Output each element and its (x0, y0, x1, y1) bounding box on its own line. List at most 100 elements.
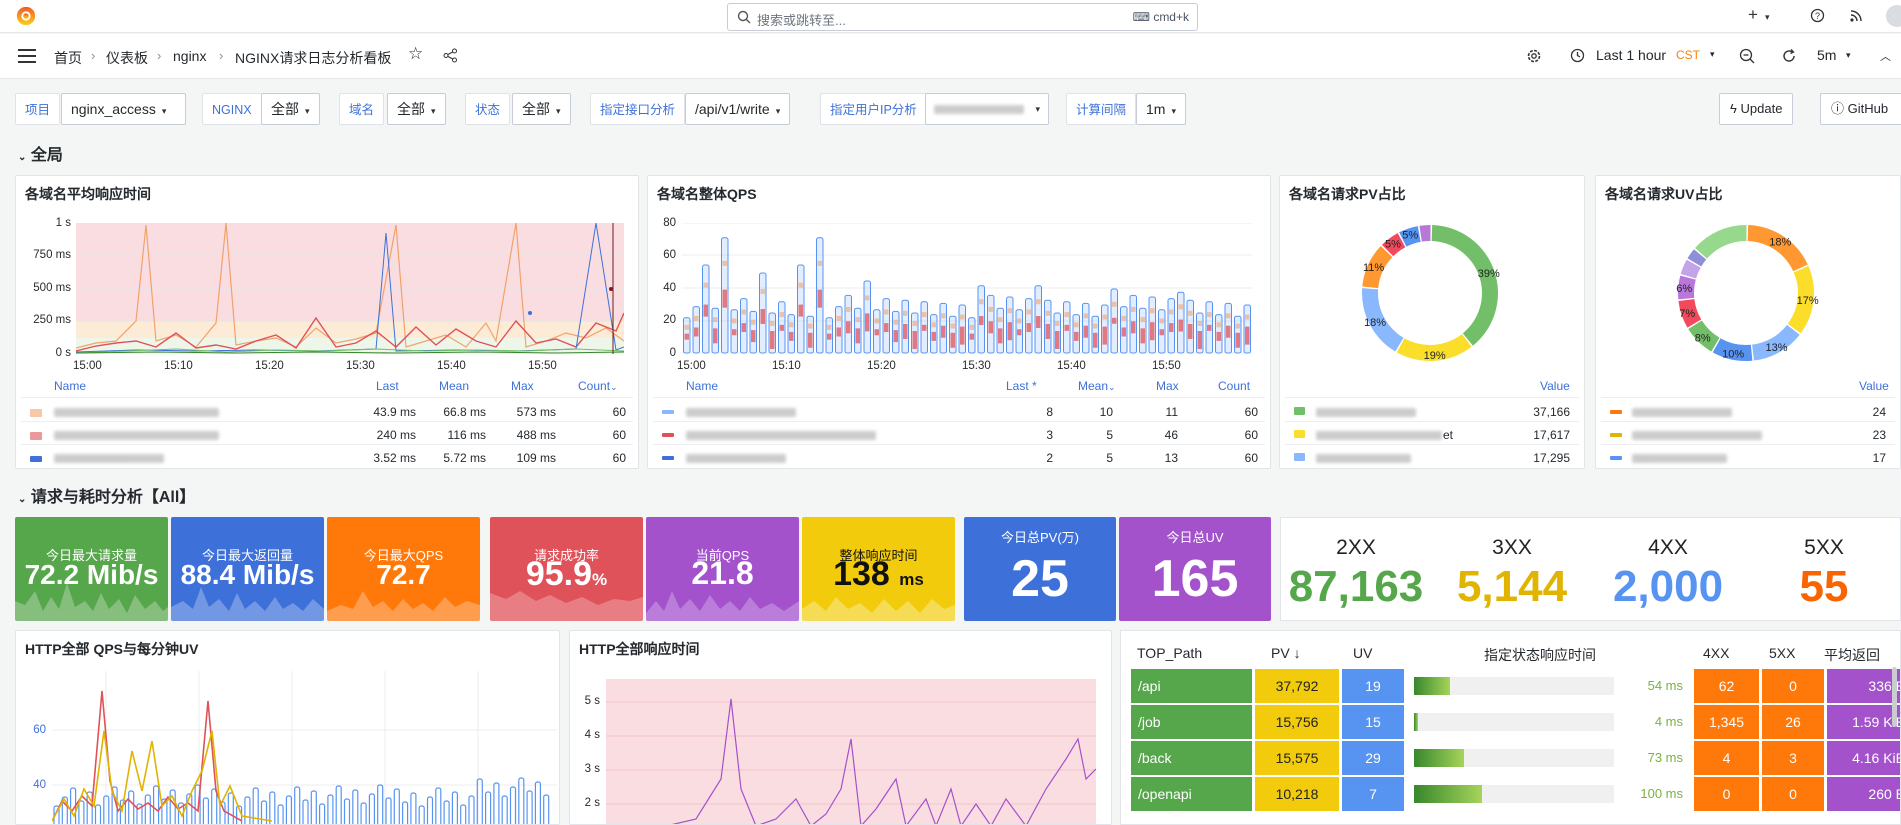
uv-bar[interactable] (352, 789, 359, 825)
uv-bar[interactable] (252, 787, 259, 825)
chevron-down-icon[interactable]: ▾ (1846, 50, 1851, 61)
time-picker[interactable]: Last 1 hour CST ▾ (1570, 41, 1722, 71)
uv-bar[interactable] (94, 804, 102, 825)
stat-total-pv[interactable]: 今日总PV(万) 25 (964, 517, 1116, 621)
uv-bar[interactable] (385, 797, 392, 825)
uv-bar[interactable] (153, 785, 160, 825)
uv-bar[interactable] (343, 798, 351, 825)
legend-header-last[interactable]: Last (376, 379, 399, 393)
var-select-domain[interactable]: 全部 ▾ (387, 93, 446, 125)
zoom-out-icon[interactable] (1739, 48, 1755, 64)
uv-bar[interactable] (402, 801, 409, 825)
uv-bar[interactable] (202, 797, 209, 825)
table-header-path[interactable]: TOP_Path (1137, 645, 1202, 661)
stat-max-requests[interactable]: 今日最大请求量 72.2 Mib/s (15, 517, 168, 621)
uv-bar[interactable] (468, 795, 475, 825)
var-select-interval[interactable]: 1m ▾ (1136, 93, 1186, 125)
table-header-response[interactable]: 指定状态响应时间 (1484, 645, 1596, 665)
table-header-pv[interactable]: PV ↓ (1271, 645, 1301, 661)
legend-header-count[interactable]: Count⌄ (578, 379, 618, 393)
breadcrumb-folder[interactable]: nginx (173, 48, 206, 64)
star-icon[interactable]: ☆ (408, 44, 423, 64)
row-header-requests[interactable]: ⌄ 请求与耗时分析【All】 (18, 483, 195, 507)
uv-bar[interactable] (443, 800, 450, 825)
uv-bar[interactable] (302, 799, 309, 825)
status-4xx[interactable]: 4XX 2,000 (1593, 536, 1743, 612)
uv-bar[interactable] (310, 790, 317, 825)
share-icon[interactable] (443, 48, 458, 63)
uv-bar[interactable] (227, 792, 234, 825)
uv-bar[interactable] (493, 782, 500, 825)
legend-header-mean[interactable]: Mean⌄ (1078, 379, 1116, 393)
menu-icon[interactable] (18, 49, 36, 63)
donut-slice[interactable] (1695, 225, 1747, 259)
legend-header-count[interactable]: Count (1218, 379, 1250, 393)
uv-bar[interactable] (435, 787, 442, 825)
update-button[interactable]: ϟ Update (1719, 93, 1794, 125)
avatar[interactable] (1886, 5, 1901, 27)
uv-bar[interactable] (501, 795, 508, 825)
new-plus-icon[interactable]: + (1748, 5, 1758, 25)
settings-gear-icon[interactable] (1526, 48, 1542, 64)
uv-bar[interactable] (244, 796, 251, 825)
legend-header-last[interactable]: Last * (1006, 379, 1037, 393)
uv-bar[interactable] (410, 792, 417, 825)
uv-bar[interactable] (78, 800, 85, 825)
chevron-up-icon[interactable]: ︿ (1880, 48, 1891, 64)
uv-bar[interactable] (144, 794, 151, 825)
table-header-5xx[interactable]: 5XX (1769, 645, 1795, 661)
help-icon[interactable]: ? (1810, 8, 1825, 26)
stat-total-uv[interactable]: 今日总UV 165 (1119, 517, 1271, 621)
uv-bar[interactable] (543, 794, 550, 825)
legend-header-max[interactable]: Max (1156, 379, 1179, 393)
status-2xx[interactable]: 2XX 87,163 (1281, 536, 1431, 612)
legend-header-max[interactable]: Max (511, 379, 534, 393)
legend-header-name[interactable]: Name (686, 379, 718, 393)
uv-bar[interactable] (319, 803, 326, 825)
uv-bar[interactable] (360, 802, 367, 825)
uv-bar[interactable] (393, 788, 400, 825)
news-rss-icon[interactable] (1849, 8, 1864, 26)
legend-header-mean[interactable]: Mean (439, 379, 469, 393)
uv-bar[interactable] (526, 790, 533, 825)
uv-bar[interactable] (368, 793, 375, 825)
uv-bar[interactable] (294, 786, 301, 825)
var-select-project[interactable]: nginx_access ▾ (61, 93, 186, 125)
github-button[interactable]: ⓘ GitHub (1820, 93, 1901, 125)
legend-header-value[interactable]: Value (1540, 379, 1570, 393)
uv-bar[interactable] (534, 781, 541, 825)
row-header-global[interactable]: ⌄ 全局 (18, 141, 63, 165)
uv-bar[interactable] (485, 791, 492, 825)
table-row[interactable]: /openapi10,218700260 B100 ms (1131, 777, 1900, 811)
grafana-logo-icon[interactable] (15, 5, 37, 27)
legend-header-name[interactable]: Name (54, 379, 86, 393)
var-select-status[interactable]: 全部 ▾ (512, 93, 571, 125)
stat-max-response[interactable]: 今日最大返回量 88.4 Mib/s (171, 517, 324, 621)
table-row[interactable]: /api37,79219 620336 B 54 ms (1131, 669, 1900, 703)
table-row[interactable]: /back 15,575 29 4 3 4.16 KiB 73 ms (1131, 741, 1900, 775)
donut-slice[interactable] (1431, 225, 1498, 346)
uv-bar[interactable] (128, 790, 135, 825)
legend-header-value[interactable]: Value (1859, 379, 1889, 393)
stat-success-rate[interactable]: 请求成功率 95.9% (490, 517, 643, 621)
scrollbar[interactable] (1892, 667, 1897, 727)
uv-bar[interactable] (426, 796, 434, 825)
breadcrumb-home[interactable]: 首页 (54, 48, 82, 68)
status-5xx[interactable]: 5XX 55 (1749, 536, 1899, 612)
table-header-4xx[interactable]: 4XX (1703, 645, 1729, 661)
var-select-user-ip[interactable]: ▾ (925, 93, 1049, 125)
var-select-api[interactable]: /api/v1/write ▾ (685, 93, 791, 125)
stat-overall-response[interactable]: 整体响应时间 138 ms (802, 517, 955, 621)
var-select-nginx[interactable]: 全部 ▾ (261, 93, 320, 125)
table-row[interactable]: /job 15,756 15 1,345 26 1.59 KiB 4 ms (1131, 705, 1900, 739)
table-header-avg-return[interactable]: 平均返回 (1824, 645, 1880, 665)
uv-bar[interactable] (260, 800, 268, 825)
uv-bar[interactable] (460, 804, 467, 825)
uv-bar[interactable] (509, 786, 517, 825)
chevron-down-icon[interactable]: ▾ (1765, 12, 1770, 23)
uv-bar[interactable] (451, 791, 458, 825)
breadcrumb-dashboards[interactable]: 仪表板 (106, 48, 148, 68)
uv-bar[interactable] (377, 784, 384, 825)
stat-max-qps[interactable]: 今日最大QPS 72.7 (327, 517, 480, 621)
uv-bar[interactable] (335, 785, 342, 825)
